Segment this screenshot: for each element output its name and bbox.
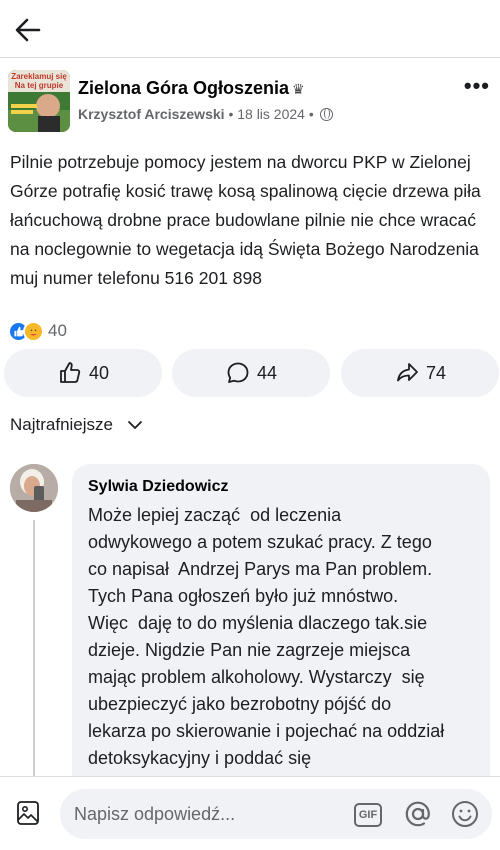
comment-icon — [227, 362, 249, 383]
comment-bubble: Sylwia Dziedowicz Może lepiej zacząć od … — [72, 464, 490, 804]
chevron-down-icon — [128, 421, 142, 429]
care-reaction-icon — [23, 320, 44, 342]
group-name[interactable]: Zielona Góra Ogłoszenia ♛ — [78, 78, 305, 99]
share-count: 74 — [425, 362, 447, 383]
meta-separator: • — [228, 106, 234, 122]
gif-icon[interactable]: GIF — [354, 803, 382, 827]
mention-icon[interactable] — [403, 799, 433, 829]
commenter-avatar-image — [10, 464, 58, 512]
thread-line — [33, 520, 35, 780]
avatar-text-line1: Zareklamuj się — [11, 72, 67, 81]
globe-icon — [319, 108, 333, 121]
like-icon — [60, 362, 81, 383]
reaction-count: 40 — [48, 321, 67, 340]
commenter-avatar[interactable] — [10, 464, 58, 512]
post-author[interactable]: Krzysztof Arciszewski — [78, 106, 225, 122]
reaction-summary[interactable]: 40 — [8, 318, 67, 344]
crown-icon: ♛ — [292, 81, 305, 97]
share-button[interactable]: 74 — [341, 349, 499, 397]
commenter-name[interactable]: Sylwia Dziedowicz — [88, 478, 474, 496]
more-icon[interactable]: ••• — [464, 75, 490, 97]
top-bar — [0, 0, 500, 58]
avatar-logo-text: Zareklamuj się Na tej grupie — [10, 72, 68, 90]
post-meta: Krzysztof Arciszewski • 18 lis 2024 • — [78, 106, 333, 122]
like-button[interactable]: 40 — [4, 349, 162, 397]
group-name-label: Zielona Góra Ogłoszenia — [78, 78, 290, 98]
like-count: 40 — [88, 362, 110, 383]
avatar-text-line2: Na tej grupie — [14, 81, 64, 90]
reply-composer: GIF — [0, 776, 500, 850]
comment-button[interactable]: 44 — [172, 349, 330, 397]
group-avatar[interactable]: Zareklamuj się Na tej grupie — [8, 70, 70, 132]
action-bar: 40 44 74 — [0, 349, 500, 397]
post-body: Pilnie potrzebuje pomocy jestem na dworc… — [10, 152, 481, 288]
share-icon — [397, 363, 418, 382]
emoji-icon[interactable] — [450, 799, 480, 829]
meta-separator: • — [308, 106, 314, 122]
post-date[interactable]: 18 lis 2024 — [237, 106, 305, 122]
comment-text: Może lepiej zacząć od leczenia odwykoweg… — [88, 505, 450, 768]
post-header: Zareklamuj się Na tej grupie Zielona Gór… — [0, 66, 500, 136]
gif-label: GIF — [358, 809, 378, 821]
back-arrow-icon[interactable] — [12, 14, 44, 46]
sort-label: Najtrafniejsze — [10, 415, 113, 434]
image-icon[interactable] — [14, 799, 42, 827]
comment-sort-dropdown[interactable]: Najtrafniejsze — [10, 415, 143, 435]
comment-count: 44 — [256, 362, 278, 383]
